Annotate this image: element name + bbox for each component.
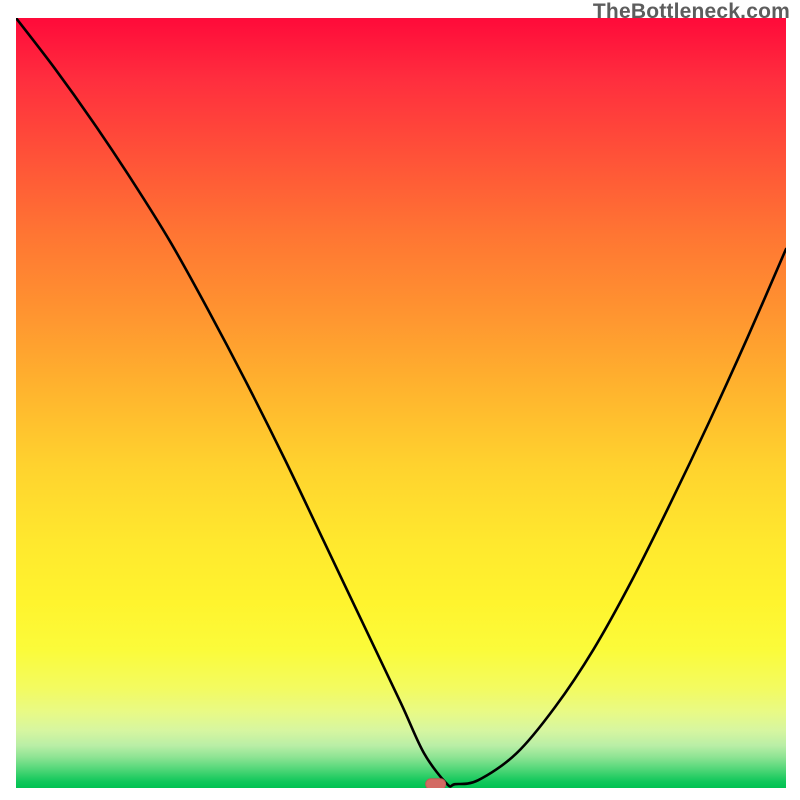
chart-container: TheBottleneck.com [0, 0, 800, 800]
curve-layer [16, 18, 786, 788]
bottleneck-curve-path [16, 18, 786, 787]
plot-area [16, 18, 786, 788]
minimum-marker [426, 779, 446, 788]
